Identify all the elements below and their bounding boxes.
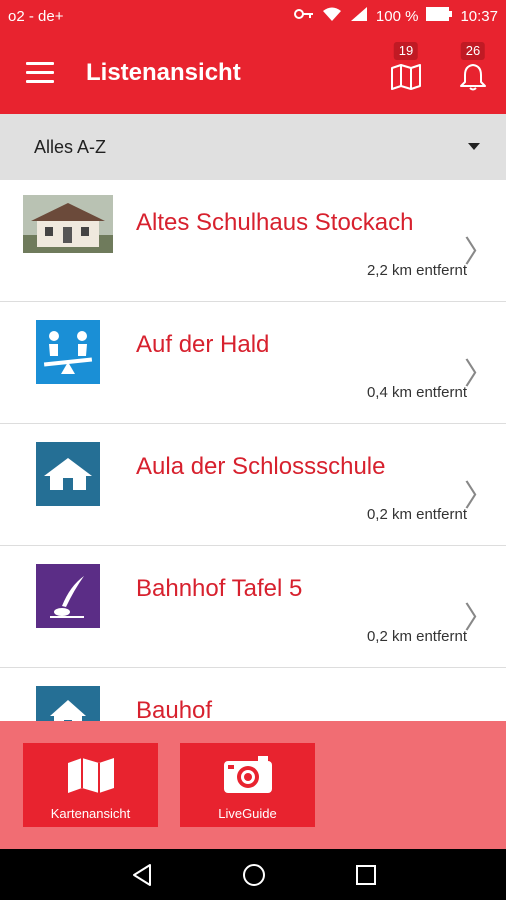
system-nav-bar xyxy=(0,849,506,900)
chevron-right-icon: 〉 xyxy=(464,480,494,513)
signal-icon xyxy=(350,6,368,26)
item-name: Altes Schulhaus Stockach xyxy=(136,209,414,236)
camera-icon xyxy=(222,753,274,800)
battery-icon xyxy=(426,7,453,25)
menu-icon[interactable] xyxy=(26,62,54,84)
chevron-right-icon: 〉 xyxy=(464,602,494,635)
poi-list: Altes Schulhaus Stockach 2,2 km entfernt… xyxy=(0,180,506,721)
dropdown-arrow-icon xyxy=(468,143,480,150)
home-icon[interactable] xyxy=(241,862,267,893)
house-icon xyxy=(36,442,100,506)
battery-text: 100 % xyxy=(375,7,419,25)
map-icon xyxy=(66,757,116,798)
playground-icon xyxy=(36,320,100,384)
liveguide-button[interactable]: LiveGuide xyxy=(180,743,315,827)
wifi-icon xyxy=(322,6,342,26)
notifications-button[interactable]: 26 xyxy=(453,42,493,102)
bell-icon xyxy=(458,62,488,97)
recents-icon[interactable] xyxy=(355,864,377,891)
status-bar: o2 - de+ 100 % 10:37 xyxy=(0,0,506,34)
item-name: Auf der Hald xyxy=(136,331,270,358)
item-distance: 0,2 km entfernt xyxy=(366,506,467,523)
sort-label: Alles A-Z xyxy=(34,137,107,157)
list-item[interactable]: Aula der Schlossschule 0,2 km entfernt 〉 xyxy=(0,424,506,546)
map-button[interactable]: 19 xyxy=(386,42,426,102)
house-icon xyxy=(36,686,100,721)
liveguide-label: LiveGuide xyxy=(218,806,277,821)
list-item[interactable]: Bahnhof Tafel 5 0,2 km entfernt 〉 xyxy=(0,546,506,668)
back-icon[interactable] xyxy=(130,863,154,892)
list-item[interactable]: Auf der Hald 0,4 km entfernt 〉 xyxy=(0,302,506,424)
item-name: Aula der Schlossschule xyxy=(136,453,386,480)
chevron-right-icon: 〉 xyxy=(464,236,494,269)
map-icon xyxy=(390,64,422,95)
status-right: 100 % 10:37 xyxy=(293,6,498,26)
carrier-label: o2 - de+ xyxy=(8,8,64,25)
list-item[interactable]: Bauhof xyxy=(0,668,506,721)
item-distance: 0,4 km entfernt xyxy=(366,384,467,401)
item-name: Bahnhof Tafel 5 xyxy=(136,575,303,602)
clock: 10:37 xyxy=(460,7,498,25)
list-item[interactable]: Altes Schulhaus Stockach 2,2 km entfernt… xyxy=(0,180,506,302)
item-distance: 0,2 km entfernt xyxy=(366,628,467,645)
map-view-button[interactable]: Kartenansicht xyxy=(23,743,158,827)
sort-dropdown[interactable]: Alles A-Z xyxy=(0,114,506,180)
chevron-right-icon: 〉 xyxy=(464,358,494,391)
item-distance: 2,2 km entfernt xyxy=(366,262,467,279)
footer-bar: Kartenansicht LiveGuide xyxy=(0,721,506,849)
map-count-badge: 19 xyxy=(393,42,419,60)
key-icon xyxy=(293,7,314,25)
app-bar: Listenansicht 19 26 xyxy=(0,34,506,114)
building-photo xyxy=(23,195,113,253)
map-view-label: Kartenansicht xyxy=(50,806,131,821)
item-name: Bauhof xyxy=(136,697,213,721)
page-title: Listenansicht xyxy=(86,59,241,86)
quill-icon xyxy=(36,564,100,628)
notification-count-badge: 26 xyxy=(460,42,486,60)
